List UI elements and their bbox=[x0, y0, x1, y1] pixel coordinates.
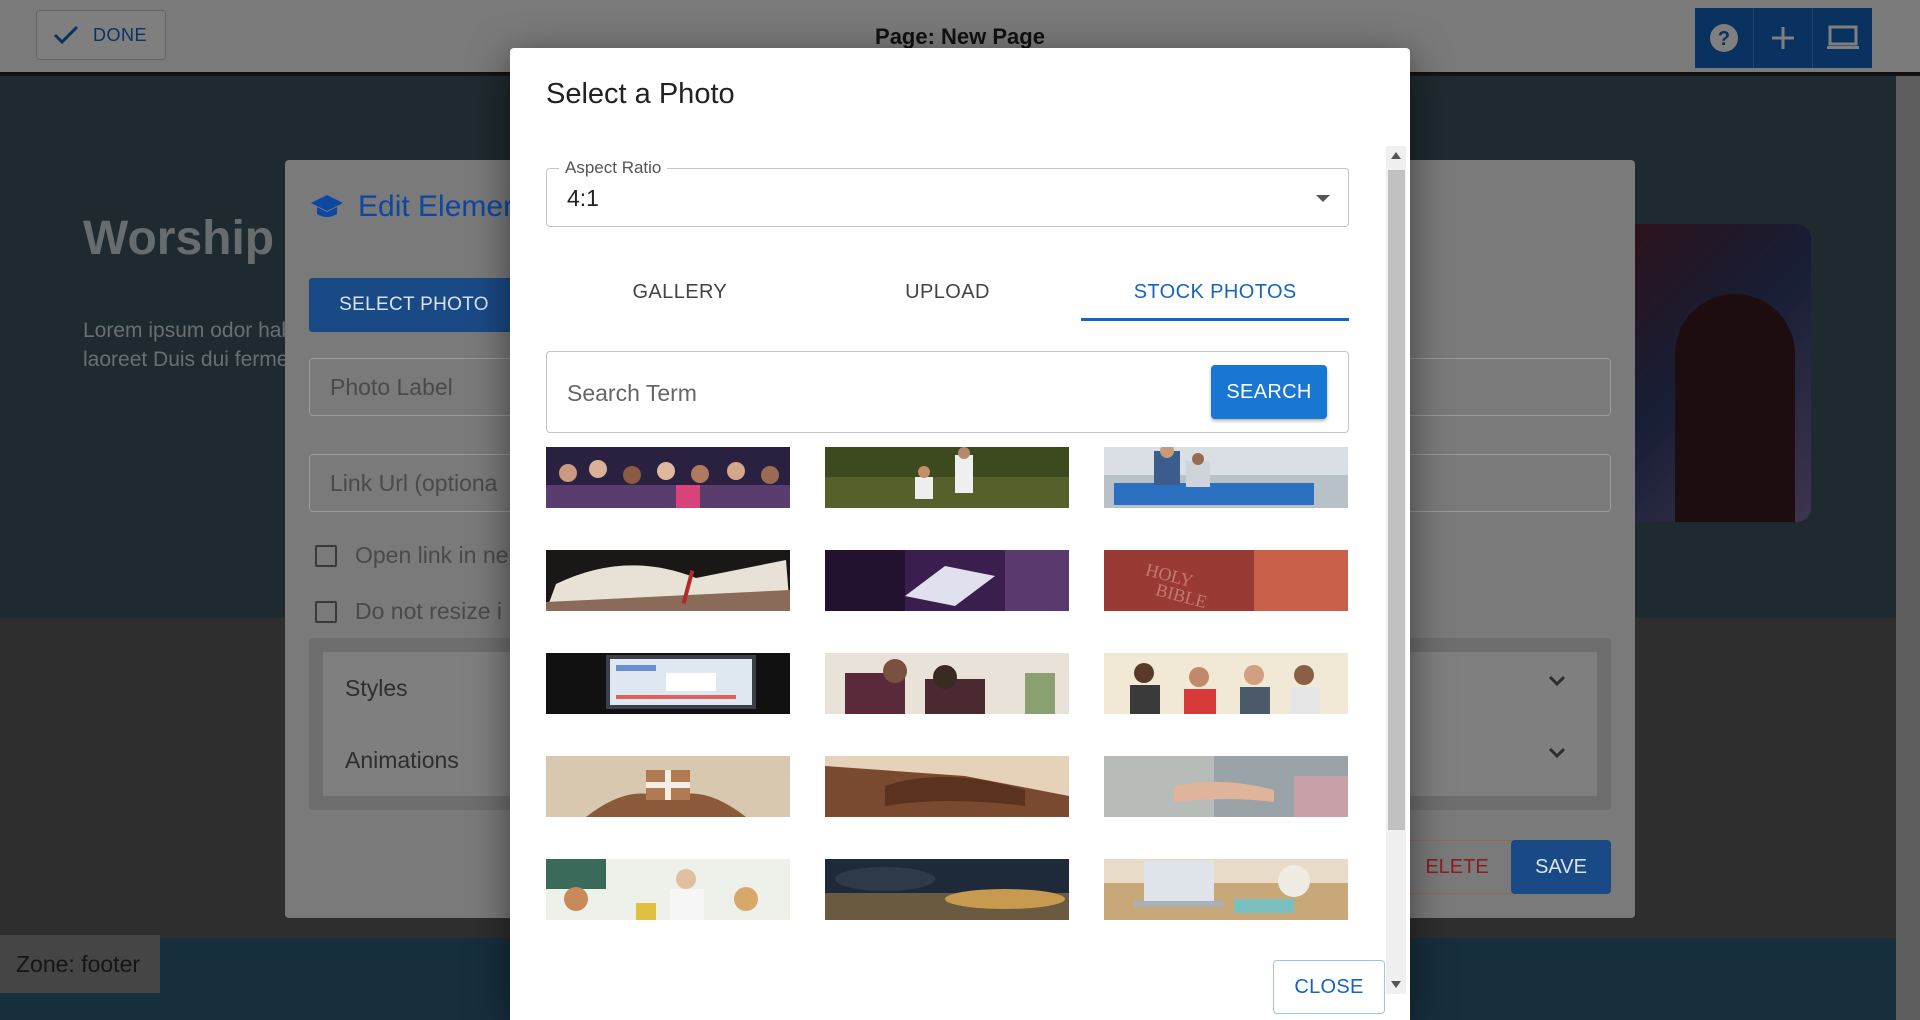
no-resize-checkbox[interactable] bbox=[315, 600, 337, 623]
graduation-cap-icon bbox=[311, 195, 343, 217]
stock-photo-gift-hands[interactable] bbox=[546, 756, 790, 817]
tab-gallery[interactable]: GALLERY bbox=[546, 264, 814, 321]
open-link-new-tab-row[interactable]: Open link in ne bbox=[315, 542, 508, 569]
accordion-styles-label: Styles bbox=[345, 674, 408, 701]
stock-photo-computer-screen[interactable] bbox=[546, 653, 790, 714]
search-input[interactable] bbox=[567, 376, 1167, 410]
delete-button[interactable]: ELETE bbox=[1400, 840, 1514, 894]
no-resize-row[interactable]: Do not resize i bbox=[315, 598, 502, 625]
save-button[interactable]: SAVE bbox=[1511, 840, 1611, 894]
stock-photo-holding-hands[interactable] bbox=[825, 756, 1069, 817]
aspect-ratio-label: Aspect Ratio bbox=[559, 158, 668, 178]
stock-photo-sky-clouds[interactable] bbox=[825, 859, 1069, 920]
stock-photo-grid: HOLY BIBLE bbox=[546, 447, 1349, 920]
no-resize-label: Do not resize i bbox=[355, 598, 503, 624]
stock-photo-comfort-hands[interactable] bbox=[1104, 756, 1348, 817]
stock-photo-laptop-desk[interactable] bbox=[1104, 859, 1348, 920]
tab-stock-photos[interactable]: STOCK PHOTOS bbox=[1081, 264, 1349, 321]
edit-dialog-title: Edit Elemen bbox=[310, 190, 520, 224]
stock-photo-worship-crowd[interactable] bbox=[546, 447, 790, 508]
photo-source-tabs: GALLERY UPLOAD STOCK PHOTOS bbox=[546, 264, 1349, 321]
stock-photo-holy-bible-cover[interactable]: HOLY BIBLE bbox=[1104, 550, 1348, 611]
stock-photo-bible-reading-purple[interactable] bbox=[825, 550, 1069, 611]
open-link-label: Open link in ne bbox=[355, 542, 509, 568]
stock-photo-baptism-pool[interactable] bbox=[1104, 447, 1348, 508]
scroll-up-arrow-icon[interactable] bbox=[1391, 152, 1401, 159]
stock-photo-group-of-friends[interactable] bbox=[1104, 653, 1348, 714]
tab-upload[interactable]: UPLOAD bbox=[814, 264, 1082, 321]
edit-dialog-title-text: Edit Elemen bbox=[358, 190, 520, 223]
stock-photo-open-bible[interactable] bbox=[546, 550, 790, 611]
select-photo-title: Select a Photo bbox=[546, 78, 735, 110]
select-photo-dialog: Select a Photo Aspect Ratio 4:1 GALLERY … bbox=[510, 48, 1410, 1020]
stock-photo-prayer-couple[interactable] bbox=[825, 653, 1069, 714]
search-button[interactable]: SEARCH bbox=[1211, 365, 1327, 419]
stock-photo-baptism-lake[interactable] bbox=[825, 447, 1069, 508]
stock-photo-children-class[interactable] bbox=[546, 859, 790, 920]
aspect-ratio-value: 4:1 bbox=[567, 185, 599, 211]
stock-search-box: SEARCH bbox=[546, 351, 1349, 433]
close-button[interactable]: CLOSE bbox=[1273, 960, 1385, 1014]
scroll-down-arrow-icon[interactable] bbox=[1391, 981, 1401, 988]
aspect-ratio-select[interactable]: Aspect Ratio 4:1 bbox=[546, 158, 1349, 227]
open-link-checkbox[interactable] bbox=[315, 544, 337, 567]
chevron-down-icon bbox=[1548, 675, 1566, 687]
dialog-scrollbar[interactable] bbox=[1386, 146, 1406, 994]
scrollbar-thumb[interactable] bbox=[1388, 170, 1405, 830]
dropdown-arrow-icon bbox=[1316, 195, 1330, 202]
select-photo-button[interactable]: SELECT PHOTO bbox=[309, 278, 519, 332]
accordion-animations-label: Animations bbox=[345, 746, 459, 773]
chevron-down-icon bbox=[1548, 747, 1566, 759]
